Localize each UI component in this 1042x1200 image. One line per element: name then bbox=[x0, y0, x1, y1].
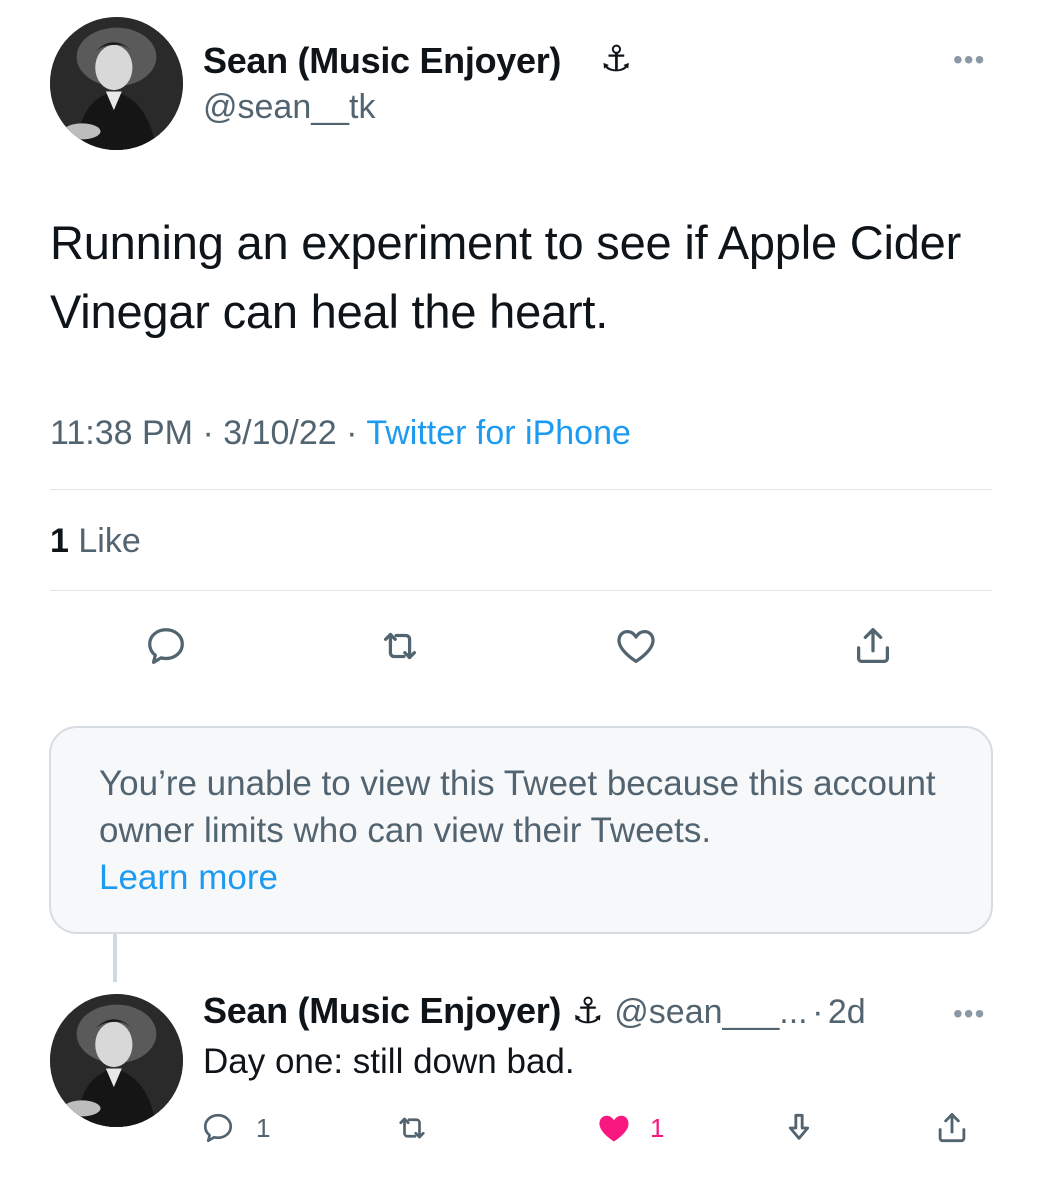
anchor-emoji-icon: ⚓ bbox=[600, 38, 633, 79]
author-handle[interactable]: @sean__tk bbox=[203, 88, 376, 127]
learn-more-link[interactable]: Learn more bbox=[99, 854, 959, 901]
tweet-date: 3/10/22 bbox=[223, 414, 337, 452]
meta-separator: · bbox=[202, 414, 214, 452]
retweet-icon bbox=[399, 1117, 425, 1139]
avatar[interactable] bbox=[50, 17, 183, 150]
reply-like-count: 1 bbox=[650, 1112, 665, 1143]
notice-text: You’re unable to view this Tweet because… bbox=[99, 764, 936, 850]
share-button[interactable] bbox=[845, 618, 901, 674]
reply-count: 1 bbox=[256, 1112, 271, 1143]
download-arrow-icon bbox=[788, 1113, 810, 1140]
like-label: Like bbox=[78, 522, 141, 560]
restricted-tweet-notice: You’re unable to view this Tweet because… bbox=[49, 726, 993, 934]
reply-button[interactable] bbox=[138, 618, 194, 674]
reply-header: Sean (Music Enjoyer) ⚓ @sean___... · 2d bbox=[203, 990, 993, 1036]
liked-heart-icon bbox=[599, 1115, 629, 1142]
reply-more-options-icon[interactable]: ••• bbox=[953, 998, 985, 1030]
tweet-meta: 11:38 PM · 3/10/22 · Twitter for iPhone bbox=[50, 414, 631, 453]
reply-icon bbox=[148, 628, 184, 664]
tweet-source-link[interactable]: Twitter for iPhone bbox=[366, 414, 631, 452]
like-icon bbox=[617, 629, 655, 663]
reply-author-handle[interactable]: @sean___... bbox=[614, 993, 807, 1031]
share-icon bbox=[856, 628, 890, 663]
meta-separator: · bbox=[346, 414, 358, 452]
reply-age: 2d bbox=[827, 993, 866, 1031]
reply-share-button[interactable] bbox=[933, 1106, 971, 1150]
meta-separator: · bbox=[812, 993, 824, 1031]
more-options-icon[interactable]: ••• bbox=[953, 44, 985, 76]
reply-retweet-button[interactable] bbox=[392, 1106, 432, 1150]
retweet-button[interactable] bbox=[370, 618, 430, 674]
share-icon bbox=[938, 1113, 966, 1143]
like-button[interactable] bbox=[608, 618, 664, 674]
tweet-text: Running an experiment to see if Apple Ci… bbox=[50, 216, 962, 338]
divider bbox=[50, 489, 992, 490]
reply-avatar[interactable] bbox=[50, 994, 183, 1127]
reply-text: Day one: still down bad. bbox=[203, 1042, 575, 1081]
anchor-emoji-icon: ⚓ bbox=[571, 990, 604, 1031]
like-count: 1 bbox=[50, 522, 69, 560]
author-name[interactable]: Sean (Music Enjoyer) bbox=[203, 40, 561, 82]
tweet-time: 11:38 PM bbox=[50, 414, 194, 452]
reply-reply-button[interactable]: 1 bbox=[200, 1106, 270, 1150]
reply-download-button[interactable] bbox=[780, 1106, 818, 1150]
reply-like-button[interactable]: 1 bbox=[594, 1106, 664, 1150]
divider bbox=[50, 590, 992, 591]
thread-connector bbox=[113, 934, 117, 982]
reply-author-name[interactable]: Sean (Music Enjoyer) bbox=[203, 990, 561, 1031]
retweet-icon bbox=[383, 632, 417, 660]
likes-summary[interactable]: 1 Like bbox=[50, 522, 141, 561]
reply-icon bbox=[203, 1113, 233, 1143]
